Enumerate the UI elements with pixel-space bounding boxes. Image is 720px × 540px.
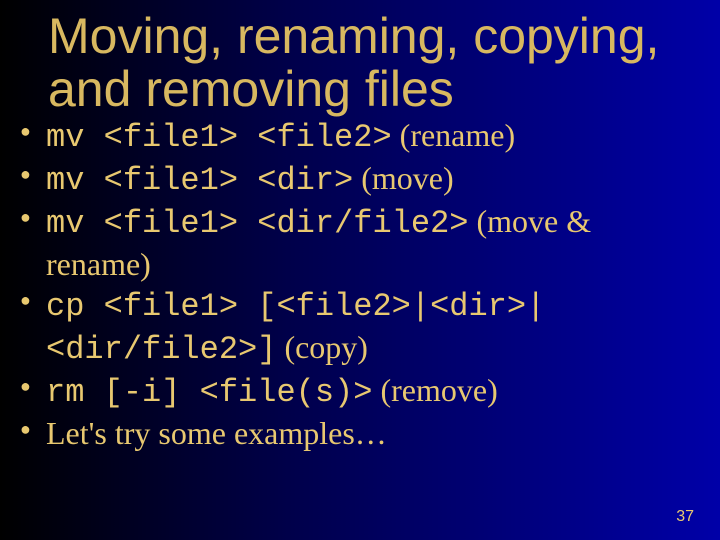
list-item: rm [-i] <file(s)> (remove): [20, 370, 696, 413]
list-item: cp <file1> [<file2>|<dir>|<dir/file2>] (…: [20, 284, 696, 370]
note-text: Let's try some examples…: [46, 415, 387, 451]
list-item: Let's try some examples…: [20, 413, 696, 456]
page-number: 37: [676, 508, 694, 526]
code-text: mv <file1> <dir/file2>: [46, 205, 468, 242]
note-text: (remove): [372, 372, 497, 408]
slide-title: Moving, renaming, copying, and removing …: [0, 0, 720, 115]
note-text: (rename): [392, 117, 515, 153]
list-item: mv <file1> <file2> (rename): [20, 115, 696, 158]
code-text: mv <file1> <dir>: [46, 162, 353, 199]
list-item: mv <file1> <dir> (move): [20, 158, 696, 201]
note-text: (copy): [276, 329, 368, 365]
note-text: (move): [353, 160, 453, 196]
code-text: rm [-i] <file(s)>: [46, 374, 372, 411]
code-text: mv <file1> <file2>: [46, 119, 392, 156]
list-item: mv <file1> <dir/file2> (move & rename): [20, 201, 696, 284]
bullet-list: mv <file1> <file2> (rename) mv <file1> <…: [0, 115, 720, 456]
